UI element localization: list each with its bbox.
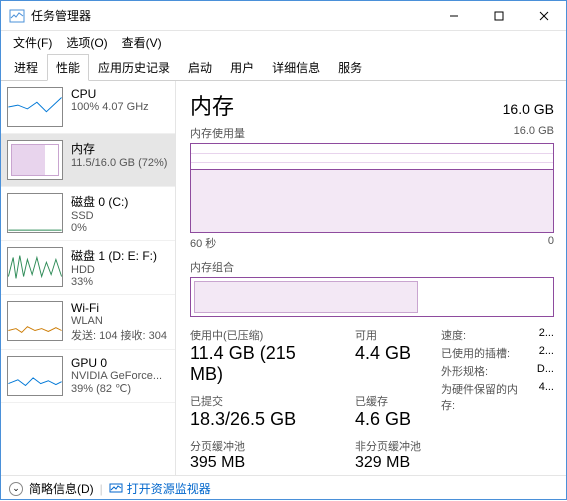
chart-x-left: 60 秒 xyxy=(190,235,216,251)
title-bar: 任务管理器 xyxy=(1,1,566,31)
monitor-icon xyxy=(109,482,123,496)
form-label: 外形规格: xyxy=(441,363,488,379)
committed-label: 已提交 xyxy=(190,393,331,409)
sidebar-item-disk0[interactable]: 磁盘 0 (C:) SSD 0% xyxy=(1,187,175,241)
sidebar-wifi-sub2: 发送: 104 接收: 304 Kl xyxy=(71,327,169,343)
cached-label: 已缓存 xyxy=(355,393,421,409)
sidebar-disk1-title: 磁盘 1 (D: E: F:) xyxy=(71,247,157,264)
main-panel: 内存 16.0 GB 内存使用量 16.0 GB 60 秒 0 内存组合 xyxy=(176,81,566,475)
memory-thumb xyxy=(7,140,63,180)
minimize-button[interactable] xyxy=(431,1,476,31)
chart-x-right: 0 xyxy=(548,235,554,251)
speed-value: 2... xyxy=(539,327,554,343)
resource-monitor-label: 打开资源监视器 xyxy=(127,480,211,497)
slots-label: 已使用的插槽: xyxy=(441,345,510,361)
sidebar-item-wifi[interactable]: Wi-Fi WLAN 发送: 104 接收: 304 Kl xyxy=(1,295,175,350)
usage-max: 16.0 GB xyxy=(514,125,554,141)
composition-label: 内存组合 xyxy=(190,259,234,275)
sidebar-memory-title: 内存 xyxy=(71,140,167,157)
main-total: 16.0 GB xyxy=(503,101,554,117)
tab-services[interactable]: 服务 xyxy=(329,54,371,81)
sidebar-disk0-sub: SSD xyxy=(71,210,128,222)
tab-processes[interactable]: 进程 xyxy=(5,54,47,81)
slots-value: 2... xyxy=(539,345,554,361)
open-resource-monitor-link[interactable]: 打开资源监视器 xyxy=(109,480,211,497)
chevron-down-icon[interactable]: ⌄ xyxy=(9,482,23,496)
less-details-button[interactable]: 简略信息(D) xyxy=(29,480,94,497)
paged-label: 分页缓冲池 xyxy=(190,438,331,454)
nonpaged-label: 非分页缓冲池 xyxy=(355,438,421,454)
menu-file[interactable]: 文件(F) xyxy=(7,32,58,53)
form-value: D... xyxy=(537,363,554,379)
hw-reserved-value: 4... xyxy=(539,381,554,413)
menu-view[interactable]: 查看(V) xyxy=(116,32,168,53)
gpu-thumb xyxy=(7,356,63,396)
sidebar-item-disk1[interactable]: 磁盘 1 (D: E: F:) HDD 33% xyxy=(1,241,175,295)
paged-value: 395 MB xyxy=(190,454,331,472)
menu-bar: 文件(F) 选项(O) 查看(V) xyxy=(1,31,566,53)
content-area: CPU 100% 4.07 GHz 内存 11.5/16.0 GB (72%) … xyxy=(1,81,566,475)
sidebar-disk1-sub: HDD xyxy=(71,264,157,276)
sidebar-gpu-sub2: 39% (82 ℃) xyxy=(71,382,162,395)
menu-options[interactable]: 选项(O) xyxy=(60,32,113,53)
footer: ⌄ 简略信息(D) | 打开资源监视器 xyxy=(1,475,566,501)
stats-area: 使用中(已压缩) 11.4 GB (215 MB) 可用 4.4 GB 已提交 … xyxy=(190,327,554,472)
stats-right: 速度: 2... 已使用的插槽: 2... 外形规格: D... 为硬件保留的内存:4… xyxy=(441,327,554,472)
sidebar-gpu-title: GPU 0 xyxy=(71,356,162,370)
sidebar-item-gpu[interactable]: GPU 0 NVIDIA GeForce... 39% (82 ℃) xyxy=(1,350,175,403)
cpu-thumb xyxy=(7,87,63,127)
app-icon xyxy=(9,8,25,24)
speed-label: 速度: xyxy=(441,327,466,343)
cached-value: 4.6 GB xyxy=(355,409,421,430)
usage-label: 内存使用量 xyxy=(190,125,245,141)
in-use-value: 11.4 GB (215 MB) xyxy=(190,343,331,385)
hw-reserved-label: 为硬件保留的内存: xyxy=(441,381,531,413)
sidebar-cpu-title: CPU xyxy=(71,87,149,101)
maximize-button[interactable] xyxy=(476,1,521,31)
sidebar-gpu-sub: NVIDIA GeForce... xyxy=(71,370,162,382)
sidebar-disk1-sub2: 33% xyxy=(71,276,157,288)
memory-composition-chart xyxy=(190,277,554,317)
sidebar-item-cpu[interactable]: CPU 100% 4.07 GHz xyxy=(1,81,175,134)
sidebar-disk0-sub2: 0% xyxy=(71,222,128,234)
in-use-label: 使用中(已压缩) xyxy=(190,327,331,343)
tab-app-history[interactable]: 应用历史记录 xyxy=(89,54,179,81)
window-title: 任务管理器 xyxy=(31,7,431,24)
tab-startup[interactable]: 启动 xyxy=(179,54,221,81)
tab-performance[interactable]: 性能 xyxy=(47,54,89,81)
wifi-thumb xyxy=(7,301,63,341)
available-value: 4.4 GB xyxy=(355,343,421,364)
available-label: 可用 xyxy=(355,327,421,343)
sidebar-item-memory[interactable]: 内存 11.5/16.0 GB (72%) xyxy=(1,134,175,187)
tab-details[interactable]: 详细信息 xyxy=(263,54,329,81)
main-title: 内存 xyxy=(190,89,234,121)
sidebar-disk0-title: 磁盘 0 (C:) xyxy=(71,193,128,210)
sidebar-wifi-sub: WLAN xyxy=(71,315,169,327)
disk1-thumb xyxy=(7,247,63,287)
footer-divider: | xyxy=(100,482,103,496)
committed-value: 18.3/26.5 GB xyxy=(190,409,331,430)
disk0-thumb xyxy=(7,193,63,233)
nonpaged-value: 329 MB xyxy=(355,454,421,472)
tab-users[interactable]: 用户 xyxy=(221,54,263,81)
tab-bar: 进程 性能 应用历史记录 启动 用户 详细信息 服务 xyxy=(1,53,566,81)
memory-usage-chart xyxy=(190,143,554,233)
close-button[interactable] xyxy=(521,1,566,31)
sidebar-cpu-sub: 100% 4.07 GHz xyxy=(71,101,149,113)
sidebar-memory-sub: 11.5/16.0 GB (72%) xyxy=(71,157,167,169)
window-controls xyxy=(431,1,566,31)
sidebar-wifi-title: Wi-Fi xyxy=(71,301,169,315)
sidebar: CPU 100% 4.07 GHz 内存 11.5/16.0 GB (72%) … xyxy=(1,81,176,475)
